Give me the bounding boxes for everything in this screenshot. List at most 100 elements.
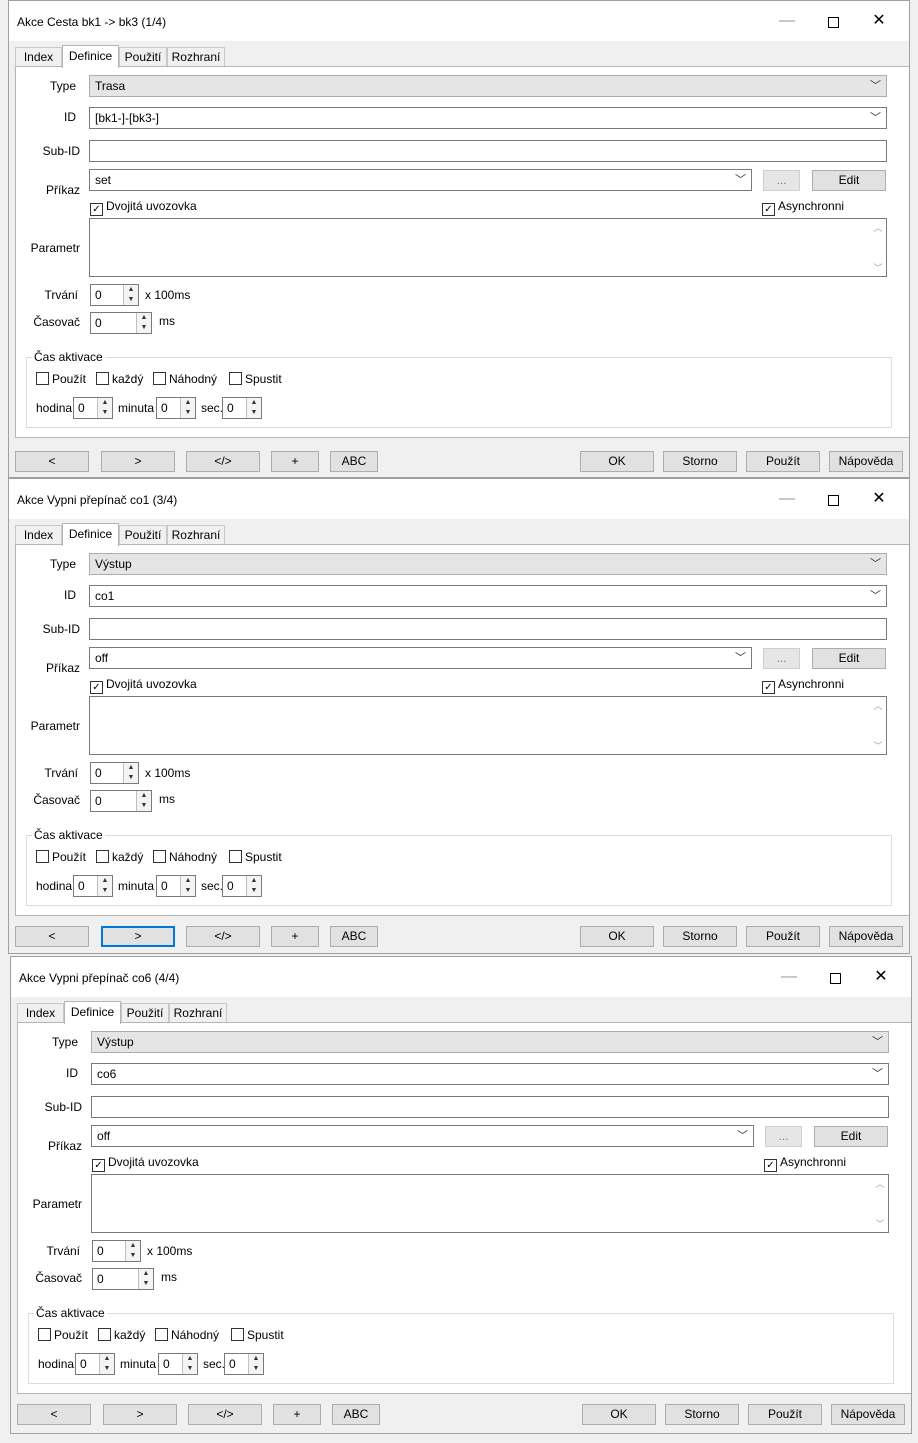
- code-button[interactable]: </>: [186, 451, 260, 472]
- id-combobox[interactable]: co1 ﹀: [89, 585, 887, 607]
- scroll-down-icon[interactable]: ﹀: [870, 739, 886, 752]
- scrollbar[interactable]: ︿ ﹀: [872, 1175, 888, 1232]
- storno-button[interactable]: Storno: [663, 451, 737, 472]
- spin-arrows-icon[interactable]: ▲ ▼: [97, 876, 112, 896]
- abc-button[interactable]: ABC: [332, 1404, 380, 1425]
- code-button[interactable]: </>: [188, 1404, 262, 1425]
- type-select[interactable]: Výstup ﹀: [91, 1031, 889, 1053]
- tab-rozhrani[interactable]: Rozhraní: [167, 525, 225, 544]
- add-button[interactable]: +: [271, 926, 319, 947]
- dvojita-checkbox[interactable]: ✓ Dvojitá uvozovka: [90, 677, 197, 694]
- spin-arrows-icon[interactable]: ▲ ▼: [123, 763, 138, 783]
- tab-index[interactable]: Index: [17, 1003, 64, 1022]
- kazdy-checkbox[interactable]: každý: [96, 372, 143, 386]
- next-button[interactable]: >: [101, 451, 175, 472]
- abc-button[interactable]: ABC: [330, 451, 378, 472]
- tab-index[interactable]: Index: [15, 47, 62, 66]
- close-icon[interactable]: ✕: [869, 965, 893, 989]
- spin-arrows-icon[interactable]: ▲ ▼: [125, 1241, 140, 1261]
- prikaz-combobox[interactable]: off ﹀: [89, 647, 752, 669]
- spin-arrows-icon[interactable]: ▲ ▼: [182, 1354, 197, 1374]
- subid-input[interactable]: [91, 1096, 889, 1118]
- type-select[interactable]: Výstup ﹀: [89, 553, 887, 575]
- minimize-icon[interactable]: —: [777, 965, 801, 989]
- next-button[interactable]: >: [101, 926, 175, 947]
- spin-arrows-icon[interactable]: ▲ ▼: [136, 791, 151, 811]
- casovac-spinner[interactable]: 0 ▲ ▼: [92, 1268, 154, 1290]
- prikaz-combobox[interactable]: set ﹀: [89, 169, 752, 191]
- prikaz-combobox[interactable]: off ﹀: [91, 1125, 754, 1147]
- spin-arrows-icon[interactable]: ▲ ▼: [246, 398, 261, 418]
- help-button[interactable]: Nápověda: [829, 451, 903, 472]
- subid-input[interactable]: [89, 618, 887, 640]
- minuta-spinner[interactable]: 0 ▲ ▼: [156, 875, 196, 897]
- scroll-up-icon[interactable]: ︿: [870, 699, 886, 712]
- spin-arrows-icon[interactable]: ▲ ▼: [136, 313, 151, 333]
- scroll-up-icon[interactable]: ︿: [870, 221, 886, 234]
- tab-definice[interactable]: Definice: [62, 523, 119, 546]
- scroll-down-icon[interactable]: ﹀: [870, 261, 886, 274]
- spin-arrows-icon[interactable]: ▲ ▼: [246, 876, 261, 896]
- pouzit-checkbox[interactable]: Použít: [36, 372, 86, 386]
- ok-button[interactable]: OK: [582, 1404, 656, 1425]
- ok-button[interactable]: OK: [580, 451, 654, 472]
- maximize-icon[interactable]: [821, 487, 845, 511]
- ok-button[interactable]: OK: [580, 926, 654, 947]
- casovac-spinner[interactable]: 0 ▲ ▼: [90, 790, 152, 812]
- maximize-icon[interactable]: [821, 9, 845, 33]
- sec-spinner[interactable]: 0 ▲ ▼: [222, 875, 262, 897]
- trvani-spinner[interactable]: 0 ▲ ▼: [90, 284, 139, 306]
- hodina-spinner[interactable]: 0 ▲ ▼: [73, 397, 113, 419]
- storno-button[interactable]: Storno: [663, 926, 737, 947]
- pouzit-checkbox[interactable]: Použít: [36, 850, 86, 864]
- tab-pouziti[interactable]: Použití: [121, 1003, 169, 1022]
- nahodny-checkbox[interactable]: Náhodný: [153, 850, 217, 864]
- scrollbar[interactable]: ︿ ﹀: [870, 219, 886, 276]
- edit-button[interactable]: Edit: [814, 1126, 888, 1147]
- minimize-icon[interactable]: —: [775, 9, 799, 33]
- sec-spinner[interactable]: 0 ▲ ▼: [224, 1353, 264, 1375]
- spin-arrows-icon[interactable]: ▲ ▼: [123, 285, 138, 305]
- add-button[interactable]: +: [273, 1404, 321, 1425]
- maximize-icon[interactable]: [823, 965, 847, 989]
- tab-rozhrani[interactable]: Rozhraní: [167, 47, 225, 66]
- trvani-spinner[interactable]: 0 ▲ ▼: [92, 1240, 141, 1262]
- nahodny-checkbox[interactable]: Náhodný: [153, 372, 217, 386]
- pouzit-checkbox[interactable]: Použít: [38, 1328, 88, 1342]
- dvojita-checkbox[interactable]: ✓ Dvojitá uvozovka: [92, 1155, 199, 1172]
- parametr-textarea[interactable]: ︿ ﹀: [89, 696, 887, 755]
- parametr-textarea[interactable]: ︿ ﹀: [91, 1174, 889, 1233]
- browse-button[interactable]: ...: [763, 648, 800, 669]
- apply-button[interactable]: Použít: [746, 451, 820, 472]
- spin-arrows-icon[interactable]: ▲ ▼: [99, 1354, 114, 1374]
- spin-arrows-icon[interactable]: ▲ ▼: [97, 398, 112, 418]
- title-bar[interactable]: Akce Vypni přepínač co6 (4/4) — ✕: [11, 957, 911, 997]
- scroll-down-icon[interactable]: ﹀: [872, 1217, 888, 1230]
- prev-button[interactable]: <: [17, 1404, 91, 1425]
- asynchronni-checkbox[interactable]: ✓ Asynchronni: [762, 199, 844, 216]
- spin-arrows-icon[interactable]: ▲ ▼: [138, 1269, 153, 1289]
- edit-button[interactable]: Edit: [812, 648, 886, 669]
- tab-definice[interactable]: Definice: [64, 1001, 121, 1024]
- id-combobox[interactable]: [bk1-]-[bk3-] ﹀: [89, 107, 887, 129]
- minuta-spinner[interactable]: 0 ▲ ▼: [156, 397, 196, 419]
- help-button[interactable]: Nápověda: [831, 1404, 905, 1425]
- hodina-spinner[interactable]: 0 ▲ ▼: [75, 1353, 115, 1375]
- tab-rozhrani[interactable]: Rozhraní: [169, 1003, 227, 1022]
- trvani-spinner[interactable]: 0 ▲ ▼: [90, 762, 139, 784]
- sec-spinner[interactable]: 0 ▲ ▼: [222, 397, 262, 419]
- spin-arrows-icon[interactable]: ▲ ▼: [248, 1354, 263, 1374]
- casovac-spinner[interactable]: 0 ▲ ▼: [90, 312, 152, 334]
- prev-button[interactable]: <: [15, 451, 89, 472]
- scroll-up-icon[interactable]: ︿: [872, 1177, 888, 1190]
- spustit-checkbox[interactable]: Spustit: [229, 372, 282, 386]
- scrollbar[interactable]: ︿ ﹀: [870, 697, 886, 754]
- type-select[interactable]: Trasa ﹀: [89, 75, 887, 97]
- next-button[interactable]: >: [103, 1404, 177, 1425]
- id-combobox[interactable]: co6 ﹀: [91, 1063, 889, 1085]
- parametr-textarea[interactable]: ︿ ﹀: [89, 218, 887, 277]
- tab-pouziti[interactable]: Použití: [119, 525, 167, 544]
- tab-definice[interactable]: Definice: [62, 45, 119, 68]
- apply-button[interactable]: Použít: [746, 926, 820, 947]
- title-bar[interactable]: Akce Cesta bk1 -> bk3 (1/4) — ✕: [9, 1, 909, 41]
